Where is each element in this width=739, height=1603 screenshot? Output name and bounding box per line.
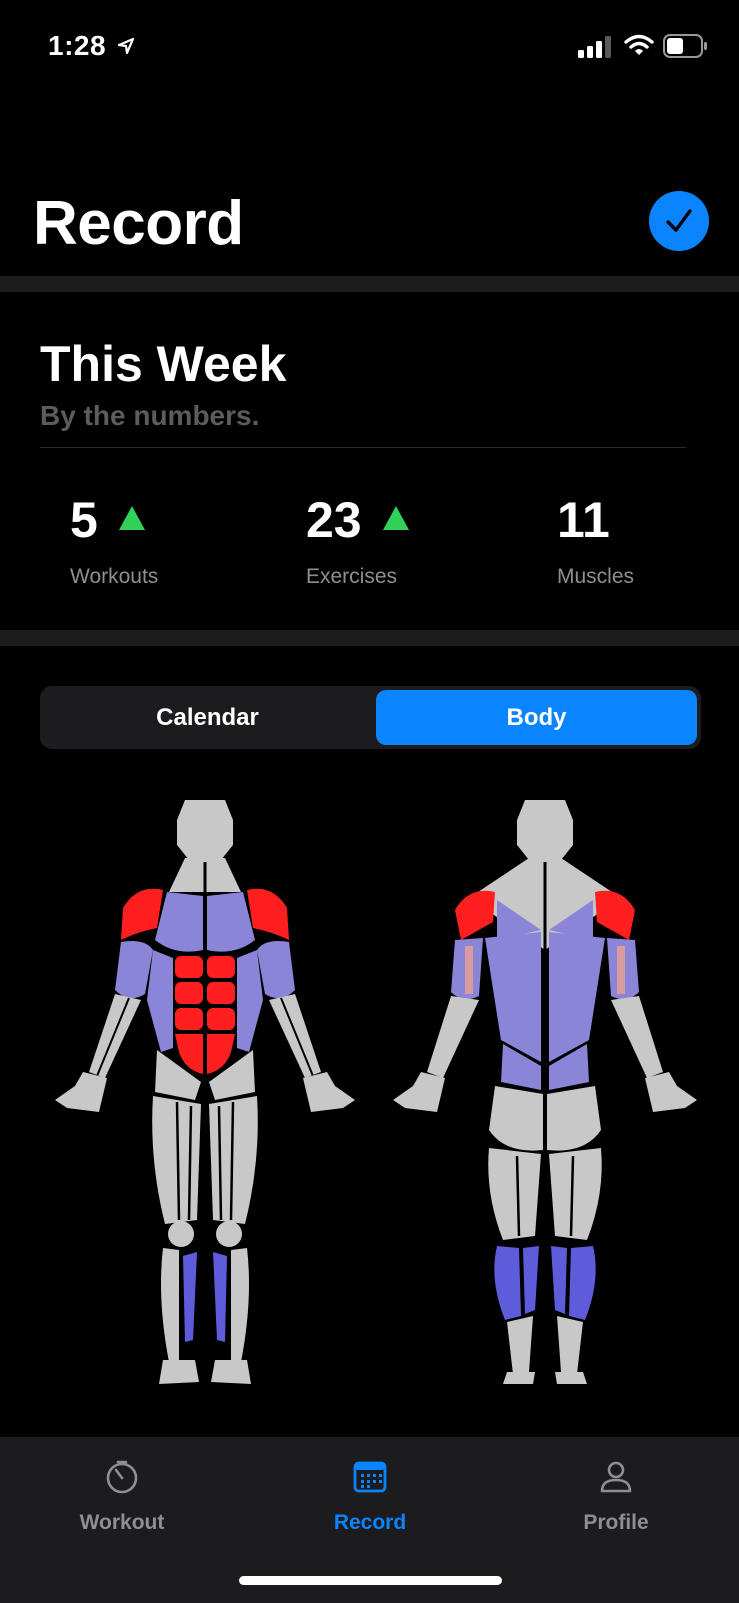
calf-right-inner: [551, 1246, 567, 1314]
forearm-left: [427, 996, 479, 1078]
stat-workouts: 5: [70, 490, 146, 550]
tab-label: Workout: [79, 1511, 165, 1534]
tibialis-right: [213, 1252, 227, 1342]
hand-left: [55, 1072, 107, 1112]
rear-delt-right: [595, 890, 635, 940]
location-arrow-icon: [117, 37, 135, 55]
hand-left: [393, 1072, 445, 1112]
body-front-diagram: [55, 800, 355, 1384]
foot-left: [159, 1360, 199, 1384]
forearm-left: [89, 994, 141, 1078]
stopwatch-icon: [106, 1460, 138, 1494]
abs: [175, 956, 235, 1074]
calendar-icon: [353, 1461, 387, 1493]
stat-label: Exercises: [306, 565, 398, 588]
stat-exercises: 23: [306, 490, 410, 550]
hamstring-left: [488, 1148, 541, 1240]
done-button[interactable]: [649, 191, 709, 251]
home-indicator: [239, 1576, 502, 1585]
stat-label: Workouts: [70, 565, 159, 588]
lats-left: [485, 932, 541, 1062]
person-icon: [600, 1461, 632, 1493]
head: [517, 800, 573, 860]
body-back-diagram: [393, 800, 697, 1384]
foot-right: [555, 1372, 587, 1384]
front-delt-right: [247, 888, 289, 940]
knee-right: [216, 1221, 242, 1247]
trend-up-icon: [119, 506, 146, 530]
segment-calendar[interactable]: Calendar: [44, 690, 371, 745]
wifi-icon: [624, 34, 654, 55]
cellular-signal-icon: [578, 36, 611, 58]
segment-body[interactable]: Body: [376, 690, 697, 745]
stat-value: 5: [70, 492, 98, 548]
tab-record[interactable]: Record: [295, 1459, 445, 1535]
foot-right: [211, 1360, 251, 1384]
status-time: 1:28: [48, 30, 107, 61]
tab-label: Profile: [583, 1511, 649, 1534]
hand-right: [645, 1072, 697, 1112]
forearm-right: [269, 994, 321, 1078]
forearm-right: [611, 996, 663, 1078]
tibialis-left: [183, 1252, 197, 1342]
shin-right: [231, 1248, 249, 1362]
lats-right: [549, 932, 605, 1062]
calf-left-inner: [523, 1246, 539, 1314]
status-bar: 1:28: [0, 0, 739, 92]
stat-label: Muscles: [557, 565, 635, 588]
section-divider: [0, 630, 739, 646]
ankle-left: [507, 1316, 533, 1374]
page-title: Record: [33, 189, 244, 258]
biceps-left: [115, 941, 153, 999]
stat-value: 23: [306, 492, 362, 548]
tab-label: Record: [333, 1511, 407, 1534]
shin-left: [161, 1248, 179, 1362]
battery-icon: [663, 34, 707, 58]
hand-right: [303, 1072, 355, 1112]
head: [177, 800, 233, 860]
tab-workout[interactable]: Workout: [47, 1459, 197, 1535]
checkmark-icon: [666, 209, 692, 232]
calf-right: [569, 1246, 596, 1320]
tab-profile[interactable]: Profile: [541, 1459, 691, 1535]
foot-left: [503, 1372, 535, 1384]
front-delt-left: [121, 888, 163, 940]
obliques-right: [237, 950, 263, 1052]
ankle-right: [557, 1316, 583, 1374]
stat-muscles: 11: [557, 490, 610, 550]
trend-up-icon: [383, 506, 410, 530]
chest-left: [155, 892, 203, 952]
section-divider: [0, 276, 739, 292]
obliques-left: [147, 950, 173, 1052]
rear-delt-left: [455, 890, 495, 940]
hamstring-right: [549, 1148, 602, 1240]
divider: [40, 447, 686, 448]
glute-left: [489, 1086, 543, 1151]
section-subtitle: By the numbers.: [40, 400, 260, 431]
stat-value: 11: [557, 492, 610, 548]
glute-right: [547, 1086, 601, 1151]
section-title: This Week: [40, 336, 287, 392]
view-segmented-control: Calendar Body: [40, 686, 701, 749]
chest-right: [207, 892, 255, 952]
knee-left: [168, 1221, 194, 1247]
biceps-right: [257, 941, 295, 999]
calf-left: [494, 1246, 521, 1320]
